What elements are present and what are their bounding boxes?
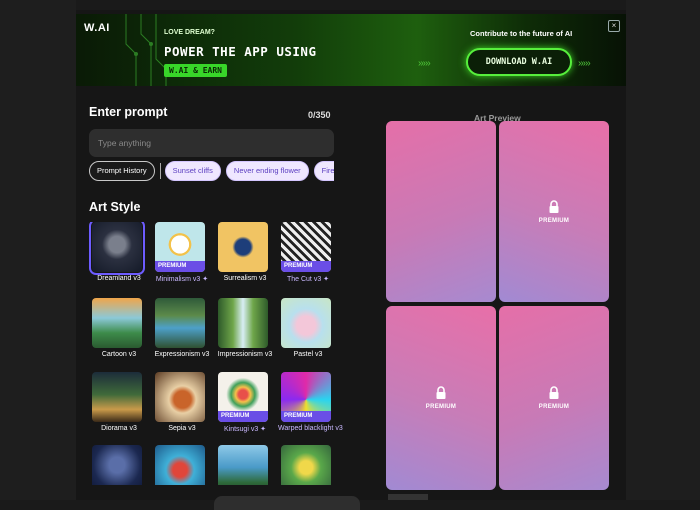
style-thumbnail: [155, 298, 205, 348]
bottom-scroll-indicator: [388, 494, 428, 500]
style-label: Kintsugi v3 ✦: [223, 426, 267, 433]
style-thumbnail: [218, 222, 268, 272]
lock-icon: [549, 199, 559, 213]
style-label: Cartoon v3: [101, 351, 137, 358]
premium-label: PREMIUM: [425, 404, 457, 410]
style-tile[interactable]: [278, 445, 338, 485]
style-tile-cartoon[interactable]: Cartoon v3: [89, 298, 149, 358]
premium-tag: PREMIUM: [281, 261, 331, 272]
style-thumbnail: [92, 298, 142, 348]
prompt-input[interactable]: [89, 129, 334, 157]
generate-button[interactable]: [214, 496, 360, 510]
style-thumbnail: PREMIUM: [155, 222, 205, 272]
contribute-text: Contribute to the future of AI: [470, 29, 573, 38]
style-label: Dreamland v3: [97, 275, 141, 282]
style-tile-expressionism[interactable]: Expressionism v3: [152, 298, 212, 358]
style-label: Expressionism v3: [154, 351, 210, 358]
style-tile-diorama[interactable]: Diorama v3: [89, 372, 149, 432]
style-tile[interactable]: [152, 445, 212, 485]
wai-logo: W.AI: [84, 22, 110, 34]
char-counter: 0/350: [308, 110, 331, 120]
style-thumbnail: PREMIUM: [281, 222, 331, 272]
right-gutter: [626, 0, 700, 500]
style-tile-warped-blacklight[interactable]: PREMIUM Warped blacklight v3: [278, 372, 343, 432]
style-label: Pastel v3: [293, 351, 323, 358]
arrows-right-icon: ›››››: [578, 58, 591, 69]
style-label: Minimalism v3 ✦: [155, 276, 209, 283]
lock-icon: [436, 386, 446, 399]
style-thumbnail: PREMIUM: [281, 372, 331, 422]
preview-card-premium[interactable]: PREMIUM: [499, 121, 609, 302]
style-tile-sepia[interactable]: Sepia v3: [152, 372, 212, 432]
premium-tag: PREMIUM: [218, 411, 268, 422]
arrows-left-icon: ›››››: [418, 58, 431, 69]
style-label: The Cut v3 ✦: [286, 276, 330, 283]
style-thumbnail: [218, 445, 268, 485]
style-tile-dreamland[interactable]: Dreamland v3: [89, 222, 149, 282]
style-thumbnail: [92, 445, 142, 485]
lock-icon: [549, 386, 559, 399]
suggestion-chip[interactable]: Fire and w: [313, 161, 334, 181]
style-label: Diorama v3: [101, 425, 137, 432]
chip-divider: [159, 163, 161, 179]
style-thumbnail: [155, 372, 205, 422]
art-style-grid: Dreamland v3 PREMIUM Minimalism v3 ✦ Sur…: [89, 222, 345, 485]
suggestion-chip[interactable]: Sunset cliffs: [164, 161, 221, 181]
earn-chip: W.AI & EARN: [164, 64, 227, 77]
style-tile-the-cut[interactable]: PREMIUM The Cut v3 ✦: [278, 222, 338, 283]
premium-tag: PREMIUM: [281, 411, 331, 422]
art-style-title: Art Style: [89, 200, 141, 214]
style-thumbnail: [92, 372, 142, 422]
banner-kicker: LOVE DREAM?: [164, 29, 215, 36]
style-tile[interactable]: [215, 445, 275, 485]
style-tile-minimalism[interactable]: PREMIUM Minimalism v3 ✦: [152, 222, 212, 283]
preview-card[interactable]: [386, 121, 496, 302]
premium-tag: PREMIUM: [155, 261, 205, 272]
premium-label: PREMIUM: [538, 217, 570, 224]
style-tile-surrealism[interactable]: Surrealism v3: [215, 222, 275, 282]
prompt-title: Enter prompt: [89, 105, 168, 119]
ad-banner[interactable]: W.AI LOVE DREAM? POWER THE APP USING W.A…: [76, 14, 626, 86]
style-tile-impressionism[interactable]: Impressionism v3: [215, 298, 275, 358]
style-label: Impressionism v3: [217, 351, 273, 358]
premium-label: PREMIUM: [538, 404, 570, 410]
download-wai-button[interactable]: DOWNLOAD W.AI: [466, 48, 572, 76]
prompt-history-button[interactable]: Prompt History: [89, 161, 155, 181]
style-thumbnail: [218, 298, 268, 348]
close-icon[interactable]: ×: [608, 20, 620, 32]
style-thumbnail: [281, 445, 331, 485]
banner-headline: POWER THE APP USING: [164, 44, 317, 59]
style-tile-kintsugi[interactable]: PREMIUM Kintsugi v3 ✦: [215, 372, 275, 433]
style-label: Sepia v3: [168, 425, 196, 432]
left-gutter: [0, 0, 76, 500]
suggestion-chips: Prompt History Sunset cliffs Never ending …: [89, 161, 334, 183]
preview-card-premium[interactable]: PREMIUM: [386, 306, 496, 490]
style-thumbnail: [155, 445, 205, 485]
style-label: Surrealism v3: [223, 275, 267, 282]
style-tile-pastel[interactable]: Pastel v3: [278, 298, 338, 358]
style-tile[interactable]: [89, 445, 149, 485]
style-thumbnail: PREMIUM: [218, 372, 268, 422]
style-thumbnail: [281, 298, 331, 348]
app-window: W.AI LOVE DREAM? POWER THE APP USING W.A…: [76, 10, 626, 510]
preview-card-premium[interactable]: PREMIUM: [499, 306, 609, 490]
style-thumbnail: [89, 222, 145, 275]
suggestion-chip[interactable]: Never ending flower: [225, 161, 309, 181]
style-label: Warped blacklight v3: [278, 425, 343, 432]
